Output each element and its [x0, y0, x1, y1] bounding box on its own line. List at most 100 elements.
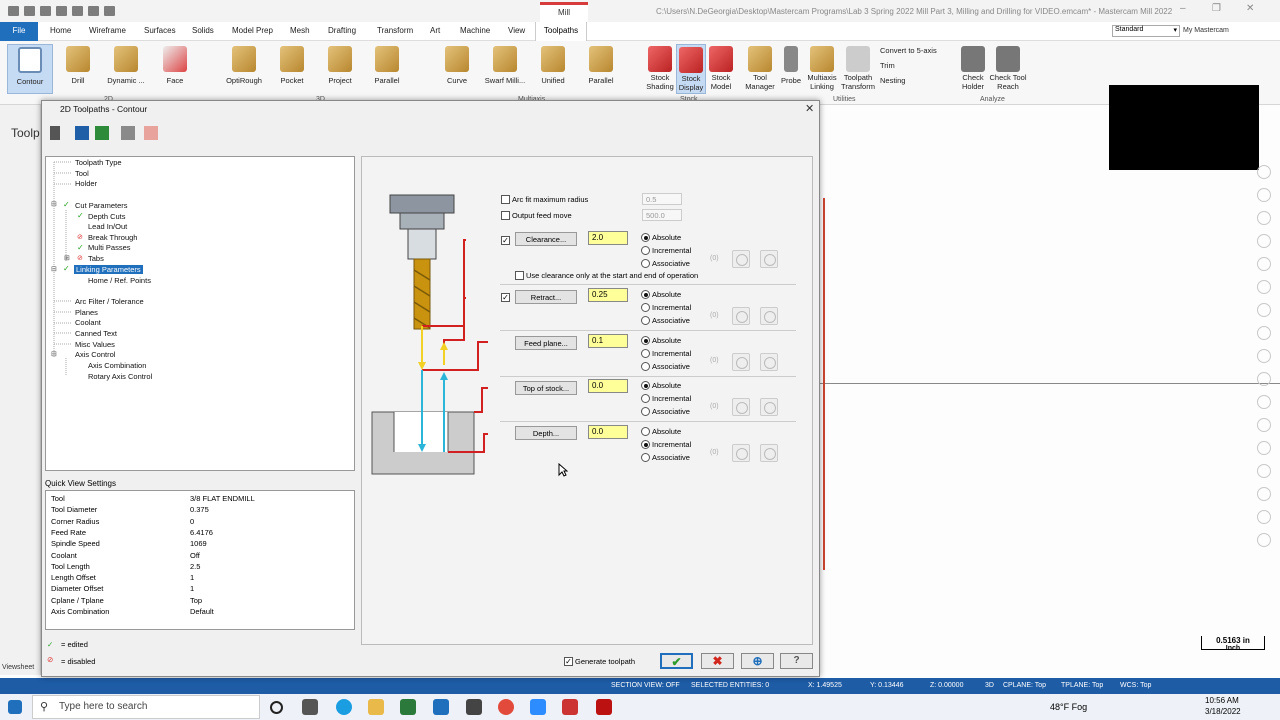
depth-button[interactable]: Depth...: [515, 426, 577, 440]
depth-incremental-radio[interactable]: [641, 440, 650, 449]
tree-arc-filter[interactable]: Arc Filter / Tolerance: [75, 297, 144, 306]
stock-model-button[interactable]: Stock Model: [706, 44, 736, 94]
tree-rotary-axis-control[interactable]: Rotary Axis Control: [88, 372, 152, 381]
clear-geometry-icon[interactable]: [760, 353, 778, 371]
edge-icon[interactable]: [336, 699, 352, 715]
top-of-stock-input[interactable]: 0.0: [588, 379, 628, 393]
parallel-multiaxis-button[interactable]: Parallel: [586, 44, 616, 94]
windows-start-icon[interactable]: [8, 700, 22, 714]
retract-button[interactable]: Retract...: [515, 290, 577, 304]
retract-incremental-radio[interactable]: [641, 303, 650, 312]
face-button[interactable]: Face: [160, 44, 190, 94]
tab-art[interactable]: Art: [430, 26, 440, 35]
tree-axis-control[interactable]: Axis Control: [75, 350, 115, 359]
arc-fit-checkbox[interactable]: [501, 195, 510, 204]
chrome-icon[interactable]: [498, 699, 514, 715]
retract-checkbox[interactable]: ✓: [501, 293, 510, 302]
tab-file[interactable]: File: [0, 22, 38, 41]
tree-depth-cuts[interactable]: Depth Cuts: [88, 212, 126, 221]
maximize-icon[interactable]: ❐: [1212, 3, 1221, 14]
project-button[interactable]: Project: [325, 44, 355, 94]
tab-toolpaths[interactable]: Toolpaths: [535, 22, 587, 41]
clear-geometry-icon[interactable]: [760, 250, 778, 268]
tree-cut-parameters[interactable]: Cut Parameters: [75, 201, 128, 210]
minimize-icon[interactable]: –: [1180, 3, 1186, 14]
retract-associative-radio[interactable]: [641, 316, 650, 325]
clock-time[interactable]: 10:56 AM: [1205, 696, 1239, 705]
retract-absolute-radio[interactable]: [641, 290, 650, 299]
acrobat-icon[interactable]: [596, 699, 612, 715]
top-of-stock-absolute-radio[interactable]: [641, 381, 650, 390]
tab-mesh[interactable]: Mesh: [290, 26, 310, 35]
store-icon[interactable]: [400, 699, 416, 715]
wcs-status[interactable]: WCS: Top: [1120, 682, 1151, 689]
tree-axis-combination[interactable]: Axis Combination: [88, 361, 146, 370]
tab-model-prep[interactable]: Model Prep: [232, 26, 273, 35]
reset-icon[interactable]: [144, 126, 158, 140]
section-view-status[interactable]: SECTION VIEW: OFF: [611, 682, 680, 689]
clearance-incremental-radio[interactable]: [641, 246, 650, 255]
expand-minus-icon[interactable]: ⊟: [51, 265, 57, 273]
top-of-stock-button[interactable]: Top of stock...: [515, 381, 577, 395]
tree-coolant[interactable]: Coolant: [75, 318, 101, 327]
tree-canned-text[interactable]: Canned Text: [75, 329, 117, 338]
tab-wireframe[interactable]: Wireframe: [89, 26, 126, 35]
expand-plus-icon[interactable]: ⊞: [64, 254, 70, 262]
cancel-button[interactable]: ✖: [701, 653, 734, 669]
tree-tool[interactable]: Tool: [75, 169, 89, 178]
tplane-status[interactable]: TPLANE: Top: [1061, 682, 1103, 689]
expand-minus-icon[interactable]: ⊟: [51, 200, 57, 208]
mode-3d-toggle[interactable]: 3D: [985, 682, 994, 689]
trim-button[interactable]: Trim: [880, 61, 895, 70]
depth-input[interactable]: 0.0: [588, 425, 628, 439]
tab-transform[interactable]: Transform: [377, 26, 413, 35]
retract-input[interactable]: 0.25: [588, 288, 628, 302]
cortana-icon[interactable]: [270, 701, 283, 714]
file-explorer-icon[interactable]: [368, 699, 384, 715]
multiaxis-linking-button[interactable]: Multiaxis Linking: [806, 44, 838, 94]
close-window-icon[interactable]: ✕: [1246, 3, 1254, 14]
clearance-button[interactable]: Clearance...: [515, 232, 577, 246]
tree-home-ref-points[interactable]: Home / Ref. Points: [88, 276, 151, 285]
top-of-stock-incremental-radio[interactable]: [641, 394, 650, 403]
use-clearance-checkbox[interactable]: [515, 271, 524, 280]
toolpath-transform-button[interactable]: Toolpath Transform: [841, 44, 875, 94]
clear-geometry-icon[interactable]: [760, 307, 778, 325]
save-as-icon[interactable]: [95, 126, 109, 140]
ok-button[interactable]: ✔: [660, 653, 693, 669]
tree-tabs[interactable]: Tabs: [88, 254, 104, 263]
contour-button[interactable]: Contour: [7, 44, 53, 94]
stock-display-button[interactable]: Stock Display: [676, 44, 706, 94]
expand-minus-icon[interactable]: ⊟: [51, 350, 57, 358]
curve-button[interactable]: Curve: [444, 44, 470, 94]
convert-5axis-button[interactable]: Convert to 5-axis: [880, 46, 937, 55]
select-geometry-icon[interactable]: [732, 307, 750, 325]
tree-toolpath-type[interactable]: Toolpath Type: [75, 158, 122, 167]
search-settings-icon[interactable]: [121, 126, 135, 140]
tree-misc-values[interactable]: Misc Values: [75, 340, 115, 349]
tab-surfaces[interactable]: Surfaces: [144, 26, 176, 35]
nesting-button[interactable]: Nesting: [880, 76, 905, 85]
check-tool-reach-button[interactable]: Check Tool Reach: [988, 44, 1028, 94]
top-of-stock-associative-radio[interactable]: [641, 407, 650, 416]
cplane-status[interactable]: CPLANE: Top: [1003, 682, 1046, 689]
tab-machine[interactable]: Machine: [460, 26, 490, 35]
optirough-button[interactable]: OptiRough: [222, 44, 266, 94]
task-view-icon[interactable]: [302, 699, 318, 715]
dynamic-button[interactable]: Dynamic ...: [103, 44, 149, 94]
taskbar-search-input[interactable]: Type here to search: [32, 695, 260, 719]
clearance-checkbox[interactable]: ✓: [501, 236, 510, 245]
select-geometry-icon[interactable]: [732, 398, 750, 416]
clearance-absolute-radio[interactable]: [641, 233, 650, 242]
feed-plane-incremental-radio[interactable]: [641, 349, 650, 358]
mastercam-icon[interactable]: [562, 699, 578, 715]
clearance-associative-radio[interactable]: [641, 259, 650, 268]
tab-view[interactable]: View: [508, 26, 525, 35]
my-mastercam-link[interactable]: My Mastercam: [1183, 27, 1229, 34]
help-button[interactable]: ?: [780, 653, 813, 669]
settings-icon[interactable]: [466, 699, 482, 715]
tab-home[interactable]: Home: [50, 26, 71, 35]
probe-button[interactable]: Probe: [779, 44, 803, 94]
tab-drafting[interactable]: Drafting: [328, 26, 356, 35]
feed-plane-input[interactable]: 0.1: [588, 334, 628, 348]
